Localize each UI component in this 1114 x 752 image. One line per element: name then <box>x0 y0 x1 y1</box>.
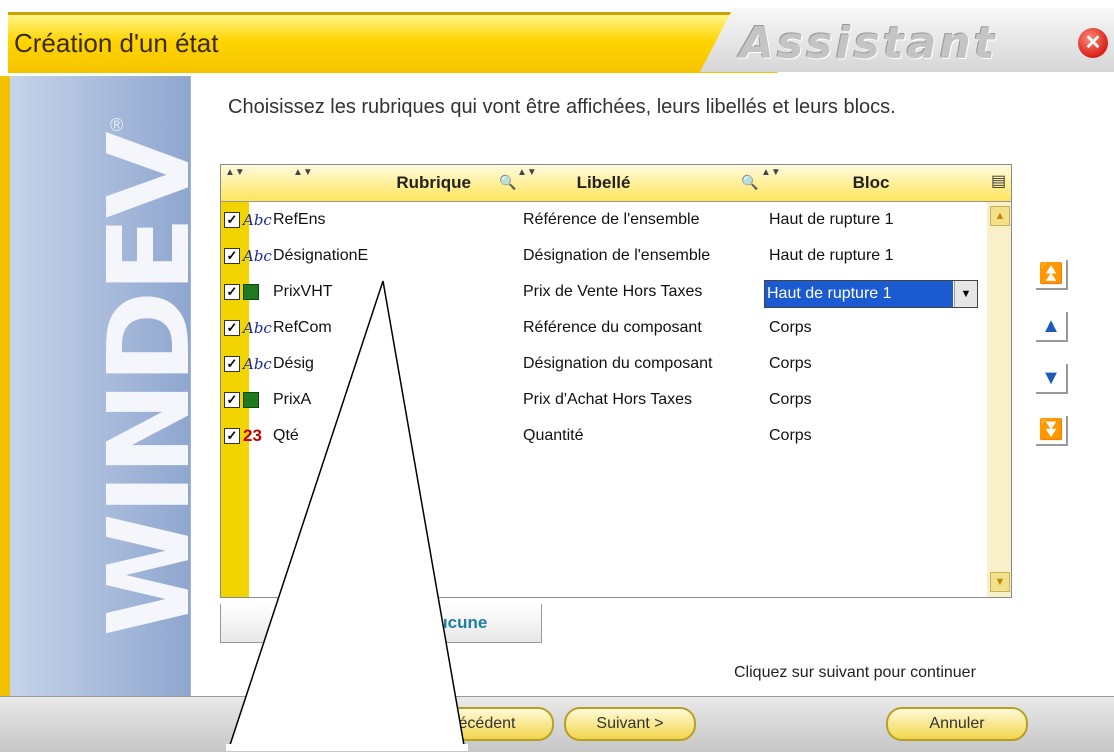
libelle-cell[interactable]: Référence de l'ensemble <box>523 202 700 238</box>
move-to-top-button[interactable]: ⏫ <box>1036 260 1068 290</box>
libelle-cell[interactable]: Prix de Vente Hors Taxes <box>523 274 702 310</box>
search-icon[interactable]: 🔍 <box>499 174 516 191</box>
previous-button[interactable]: Précédent <box>404 707 554 741</box>
cancel-button[interactable]: Annuler <box>886 707 1028 741</box>
scroll-down-icon[interactable]: ▼ <box>990 572 1010 592</box>
rubrique-cell[interactable]: PrixA <box>273 382 311 418</box>
close-button[interactable]: ✕ <box>1078 28 1108 58</box>
assistant-logo: Assistant <box>740 18 998 69</box>
table-row[interactable]: ✓ Abc Désig nC Désignation du composant … <box>221 346 987 382</box>
libelle-cell[interactable]: Désignation du composant <box>523 346 712 382</box>
column-header-rubrique[interactable]: Rubrique <box>301 165 471 201</box>
table-row[interactable]: ✓ Abc DésignationE Désignation de l'ense… <box>221 238 987 274</box>
bloc-dropdown-value: Haut de rupture 1 <box>765 281 953 307</box>
numeric-type-icon: 23 <box>243 426 262 445</box>
fields-table: ▲▼ ▲▼ Rubrique 🔍 ▲▼ Libellé 🔍 ▲▼ Bloc ▤ … <box>220 164 1012 598</box>
include-checkbox[interactable]: ✓ <box>224 212 240 228</box>
table-row[interactable]: ✓ PrixVHT Prix de Vente Hors Taxes Haut … <box>221 274 987 310</box>
libelle-cell[interactable]: Référence du composant <box>523 310 702 346</box>
next-button[interactable]: Suivant > <box>564 707 696 741</box>
registered-mark: ® <box>110 115 124 135</box>
text-type-icon: Abc <box>243 355 272 373</box>
instruction-text: Choisissez les rubriques qui vont être a… <box>228 96 896 118</box>
table-row[interactable]: ✓ PrixA Prix d'Achat Hors Taxes Corps <box>221 382 987 418</box>
bloc-cell[interactable]: Corps <box>769 418 812 454</box>
sort-icon[interactable]: ▲▼ <box>225 167 245 178</box>
column-header-bloc[interactable]: Bloc <box>781 165 961 201</box>
include-checkbox[interactable]: ✓ <box>224 392 240 408</box>
rubrique-cell[interactable]: RefCom <box>273 310 332 346</box>
column-header-libelle[interactable]: Libellé <box>521 165 686 201</box>
text-type-icon: Abc <box>243 211 272 229</box>
title-bar: Création d'un état Assistant ✕ <box>0 0 1114 76</box>
bloc-cell[interactable]: Corps <box>769 346 812 382</box>
include-checkbox[interactable]: ✓ <box>224 320 240 336</box>
table-row[interactable]: ✓ Abc RefCom Référence du composant Corp… <box>221 310 987 346</box>
chevron-down-icon[interactable]: ▼ <box>954 281 977 307</box>
rubrique-cell[interactable]: DésignationE <box>273 238 368 274</box>
table-row[interactable]: ✓ 23 Qté Quantité Corps <box>221 418 987 454</box>
bloc-dropdown[interactable]: Haut de rupture 1 ▼ <box>764 280 978 308</box>
sort-icon[interactable]: ▲▼ <box>761 167 781 178</box>
currency-type-icon <box>243 392 259 408</box>
move-up-button[interactable]: ▲ <box>1036 312 1068 342</box>
rubrique-cell[interactable]: RefEns <box>273 202 325 238</box>
include-checkbox[interactable]: ✓ <box>224 248 240 264</box>
continue-hint: Cliquez sur suivant pour continuer <box>734 664 976 681</box>
windev-logo: WINDEV <box>85 133 215 637</box>
scroll-up-icon[interactable]: ▲ <box>990 206 1010 226</box>
chevron-up-icon: ▲ <box>1041 315 1061 337</box>
text-type-icon: Abc <box>243 247 272 265</box>
text-type-icon: Abc <box>243 319 272 337</box>
bloc-cell[interactable]: Haut de rupture 1 <box>769 238 894 274</box>
rubrique-cell[interactable]: PrixVHT <box>273 274 333 310</box>
libelle-cell[interactable]: Quantité <box>523 418 583 454</box>
bloc-cell[interactable]: Corps <box>769 382 812 418</box>
rubrique-cell[interactable]: Qté <box>273 418 299 454</box>
rubrique-cell[interactable]: Désig <box>273 346 314 382</box>
columns-config-icon[interactable]: ▤ <box>991 171 1006 191</box>
search-icon[interactable]: 🔍 <box>741 174 758 191</box>
chevron-down-icon: ▼ <box>1041 367 1061 389</box>
close-icon: ✕ <box>1084 32 1102 54</box>
window-title: Création d'un état <box>14 28 219 58</box>
table-row[interactable]: ✓ Abc RefEns Référence de l'ensemble Hau… <box>221 202 987 238</box>
include-checkbox[interactable]: ✓ <box>224 356 240 372</box>
rubrique-cell-tail: nC <box>366 355 387 372</box>
include-checkbox[interactable]: ✓ <box>224 428 240 444</box>
move-down-button[interactable]: ▼ <box>1036 364 1068 394</box>
libelle-cell[interactable]: Désignation de l'ensemble <box>523 238 710 274</box>
bloc-cell[interactable]: Corps <box>769 310 812 346</box>
double-chevron-down-icon: ⏬ <box>1038 419 1064 441</box>
double-chevron-up-icon: ⏫ <box>1038 263 1064 285</box>
move-to-bottom-button[interactable]: ⏬ <box>1036 416 1068 446</box>
select-none-button[interactable]: Aucune <box>220 604 542 643</box>
sidebar-accent <box>0 76 10 696</box>
table-header: ▲▼ ▲▼ Rubrique 🔍 ▲▼ Libellé 🔍 ▲▼ Bloc ▤ <box>221 165 1011 202</box>
libelle-cell[interactable]: Prix d'Achat Hors Taxes <box>523 382 692 418</box>
bloc-cell[interactable]: Haut de rupture 1 <box>769 202 894 238</box>
currency-type-icon <box>243 284 259 300</box>
include-checkbox[interactable]: ✓ <box>224 284 240 300</box>
vertical-scrollbar[interactable]: ▲ ▼ <box>987 202 1011 597</box>
